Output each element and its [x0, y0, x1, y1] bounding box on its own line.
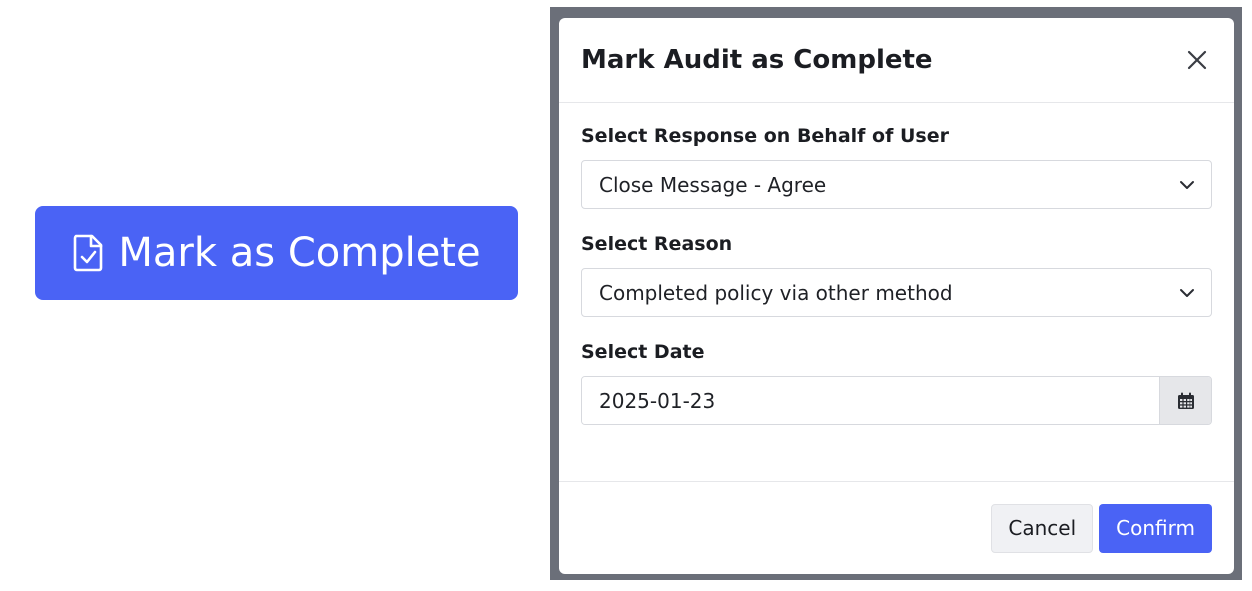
mark-audit-complete-modal: Mark Audit as Complete Select Response o… [559, 18, 1234, 574]
mark-as-complete-button[interactable]: Mark as Complete [35, 206, 518, 300]
modal-body: Select Response on Behalf of User Close … [559, 103, 1234, 425]
modal-footer: Cancel Confirm [559, 481, 1234, 574]
cancel-button[interactable]: Cancel [991, 503, 1094, 553]
chevron-down-icon [1180, 288, 1194, 297]
document-check-icon [72, 233, 104, 273]
chevron-down-icon [1180, 180, 1194, 189]
date-input[interactable] [582, 377, 1159, 424]
reason-select-value: Completed policy via other method [599, 280, 953, 305]
close-button[interactable] [1182, 45, 1212, 75]
close-icon [1187, 50, 1207, 70]
confirm-button[interactable]: Confirm [1099, 503, 1212, 553]
mark-as-complete-label: Mark as Complete [118, 230, 481, 276]
date-input-group [581, 376, 1212, 425]
modal-title: Mark Audit as Complete [581, 45, 933, 75]
reason-select[interactable]: Completed policy via other method [581, 268, 1212, 317]
response-select-value: Close Message - Agree [599, 172, 827, 197]
response-select[interactable]: Close Message - Agree [581, 160, 1212, 209]
modal-header: Mark Audit as Complete [559, 18, 1234, 103]
reason-label: Select Reason [581, 233, 733, 255]
calendar-button[interactable] [1159, 377, 1211, 424]
calendar-icon [1177, 392, 1194, 409]
date-label: Select Date [581, 341, 705, 363]
response-label: Select Response on Behalf of User [581, 125, 949, 147]
